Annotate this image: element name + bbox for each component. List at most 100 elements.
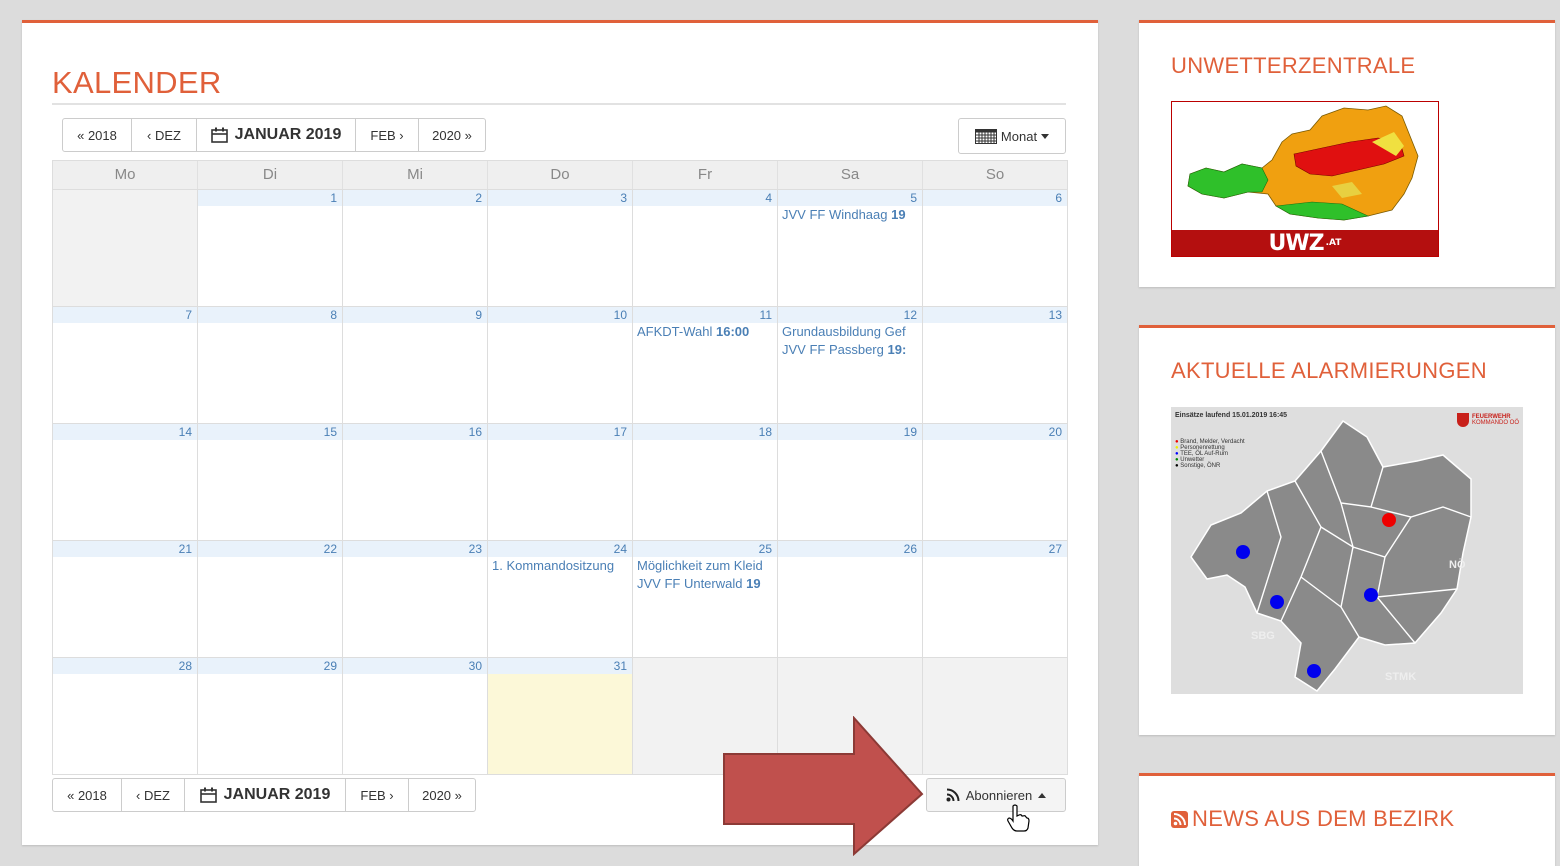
news-title[interactable]: NEWS AUS DEM BEZIRK [1171, 806, 1454, 832]
next-month-button[interactable]: FEB › [346, 779, 409, 811]
day-number[interactable]: 20 [923, 424, 1067, 440]
day-cell[interactable]: 4 [633, 190, 778, 306]
day-number[interactable]: 29 [198, 658, 342, 674]
day-cell[interactable]: 1 [198, 190, 343, 306]
subscribe-button[interactable]: Abonnieren [926, 778, 1066, 812]
weekday-label: Mo [53, 161, 198, 189]
next-month-button[interactable]: FEB › [356, 119, 419, 151]
day-number[interactable]: 7 [53, 307, 197, 323]
day-cell[interactable]: 8 [198, 307, 343, 423]
day-number[interactable]: 13 [923, 307, 1067, 323]
day-cell-today[interactable]: 31 [488, 658, 633, 774]
day-cell[interactable]: 22 [198, 541, 343, 657]
day-cell[interactable]: 12 Grundausbildung Gef JVV FF Passberg 19: [778, 307, 923, 423]
next-year-button[interactable]: 2020 » [409, 779, 475, 811]
uwz-weather-map-link[interactable]: UWZ .AT [1171, 101, 1439, 257]
day-number[interactable]: 17 [488, 424, 632, 440]
day-number[interactable]: 22 [198, 541, 342, 557]
day-cell[interactable]: 30 [343, 658, 488, 774]
day-number[interactable]: 5 [778, 190, 922, 206]
calendar-event[interactable]: JVV FF Windhaag 19 [778, 206, 922, 224]
alarm-map-link[interactable]: Einsätze laufend 15.01.2019 16:45 ● Bran… [1171, 407, 1523, 694]
day-cell[interactable]: 27 [923, 541, 1067, 657]
day-number[interactable]: 19 [778, 424, 922, 440]
day-cell[interactable]: 11 AFKDT-Wahl 16:00 [633, 307, 778, 423]
day-number[interactable] [923, 658, 1067, 674]
day-number[interactable]: 9 [343, 307, 487, 323]
day-number[interactable]: 8 [198, 307, 342, 323]
day-number[interactable]: 24 [488, 541, 632, 557]
day-cell[interactable]: 6 [923, 190, 1067, 306]
day-number[interactable]: 21 [53, 541, 197, 557]
day-number[interactable]: 2 [343, 190, 487, 206]
day-cell[interactable]: 3 [488, 190, 633, 306]
calendar-event[interactable]: Grundausbildung Gef [778, 323, 922, 341]
view-mode-dropdown[interactable]: Monat [958, 118, 1066, 154]
current-month-button[interactable]: JANUAR 2019 [197, 119, 356, 151]
day-cell[interactable]: 15 [198, 424, 343, 540]
day-number[interactable] [633, 658, 777, 674]
calendar-event[interactable]: Möglichkeit zum Kleid [633, 557, 777, 575]
day-cell[interactable]: 24 1. Kommandositzung [488, 541, 633, 657]
day-number[interactable]: 30 [343, 658, 487, 674]
day-cell[interactable]: 13 [923, 307, 1067, 423]
day-number[interactable]: 28 [53, 658, 197, 674]
day-number[interactable]: 27 [923, 541, 1067, 557]
weekday-label: So [985, 166, 1005, 183]
prev-month-button[interactable]: ‹ DEZ [132, 119, 197, 151]
prev-month-button[interactable]: ‹ DEZ [122, 779, 185, 811]
day-cell[interactable]: 18 [633, 424, 778, 540]
uwz-logo: UWZ .AT [1172, 230, 1438, 256]
day-number[interactable]: 31 [488, 658, 632, 674]
calendar-event[interactable]: JVV FF Unterwald 19 [633, 575, 777, 593]
uwz-widget: UNWETTERZENTRALE UWZ .AT [1139, 20, 1555, 287]
day-number[interactable] [53, 190, 197, 206]
day-cell[interactable] [53, 190, 198, 306]
day-cell[interactable]: 29 [198, 658, 343, 774]
day-number[interactable]: 14 [53, 424, 197, 440]
day-cell[interactable]: 25 Möglichkeit zum Kleid JVV FF Unterwald … [633, 541, 778, 657]
event-time: 16:00 [715, 324, 750, 339]
event-title: 1. Kommandositzung [492, 558, 615, 573]
month-view-icon [974, 128, 997, 144]
day-number[interactable]: 12 [778, 307, 922, 323]
day-number[interactable]: 15 [198, 424, 342, 440]
current-month-button[interactable]: JANUAR 2019 [185, 779, 346, 811]
prev-year-button[interactable]: « 2018 [63, 119, 132, 151]
day-number[interactable]: 3 [488, 190, 632, 206]
day-cell[interactable]: 21 [53, 541, 198, 657]
next-year-button[interactable]: 2020 » [419, 119, 485, 151]
calendar-event[interactable]: AFKDT-Wahl 16:00 [633, 323, 777, 341]
day-cell[interactable] [923, 658, 1067, 774]
day-number[interactable] [778, 658, 922, 674]
day-number[interactable]: 6 [923, 190, 1067, 206]
day-cell[interactable]: 28 [53, 658, 198, 774]
day-number[interactable]: 25 [633, 541, 777, 557]
day-cell[interactable]: 7 [53, 307, 198, 423]
day-number[interactable]: 1 [198, 190, 342, 206]
day-number[interactable]: 10 [488, 307, 632, 323]
day-cell[interactable]: 14 [53, 424, 198, 540]
day-number[interactable]: 4 [633, 190, 777, 206]
day-cell[interactable]: 20 [923, 424, 1067, 540]
weekday-label: Mi [343, 161, 488, 189]
day-cell[interactable]: 5 JVV FF Windhaag 19 [778, 190, 923, 306]
day-cell[interactable]: 23 [343, 541, 488, 657]
day-cell[interactable]: 26 [778, 541, 923, 657]
day-number[interactable]: 11 [633, 307, 777, 323]
day-number[interactable]: 26 [778, 541, 922, 557]
day-cell[interactable]: 17 [488, 424, 633, 540]
day-cell[interactable]: 2 [343, 190, 488, 306]
day-number[interactable]: 23 [343, 541, 487, 557]
calendar-event[interactable]: 1. Kommandositzung [488, 557, 632, 575]
weekday-label: Fr [633, 161, 778, 189]
day-number[interactable]: 16 [343, 424, 487, 440]
day-cell[interactable]: 19 [778, 424, 923, 540]
day-cell[interactable]: 10 [488, 307, 633, 423]
calendar-event[interactable]: JVV FF Passberg 19: [778, 341, 922, 359]
day-number[interactable]: 18 [633, 424, 777, 440]
day-cell[interactable]: 9 [343, 307, 488, 423]
upper-austria-map [1190, 419, 1472, 692]
day-cell[interactable]: 16 [343, 424, 488, 540]
prev-year-button[interactable]: « 2018 [53, 779, 122, 811]
